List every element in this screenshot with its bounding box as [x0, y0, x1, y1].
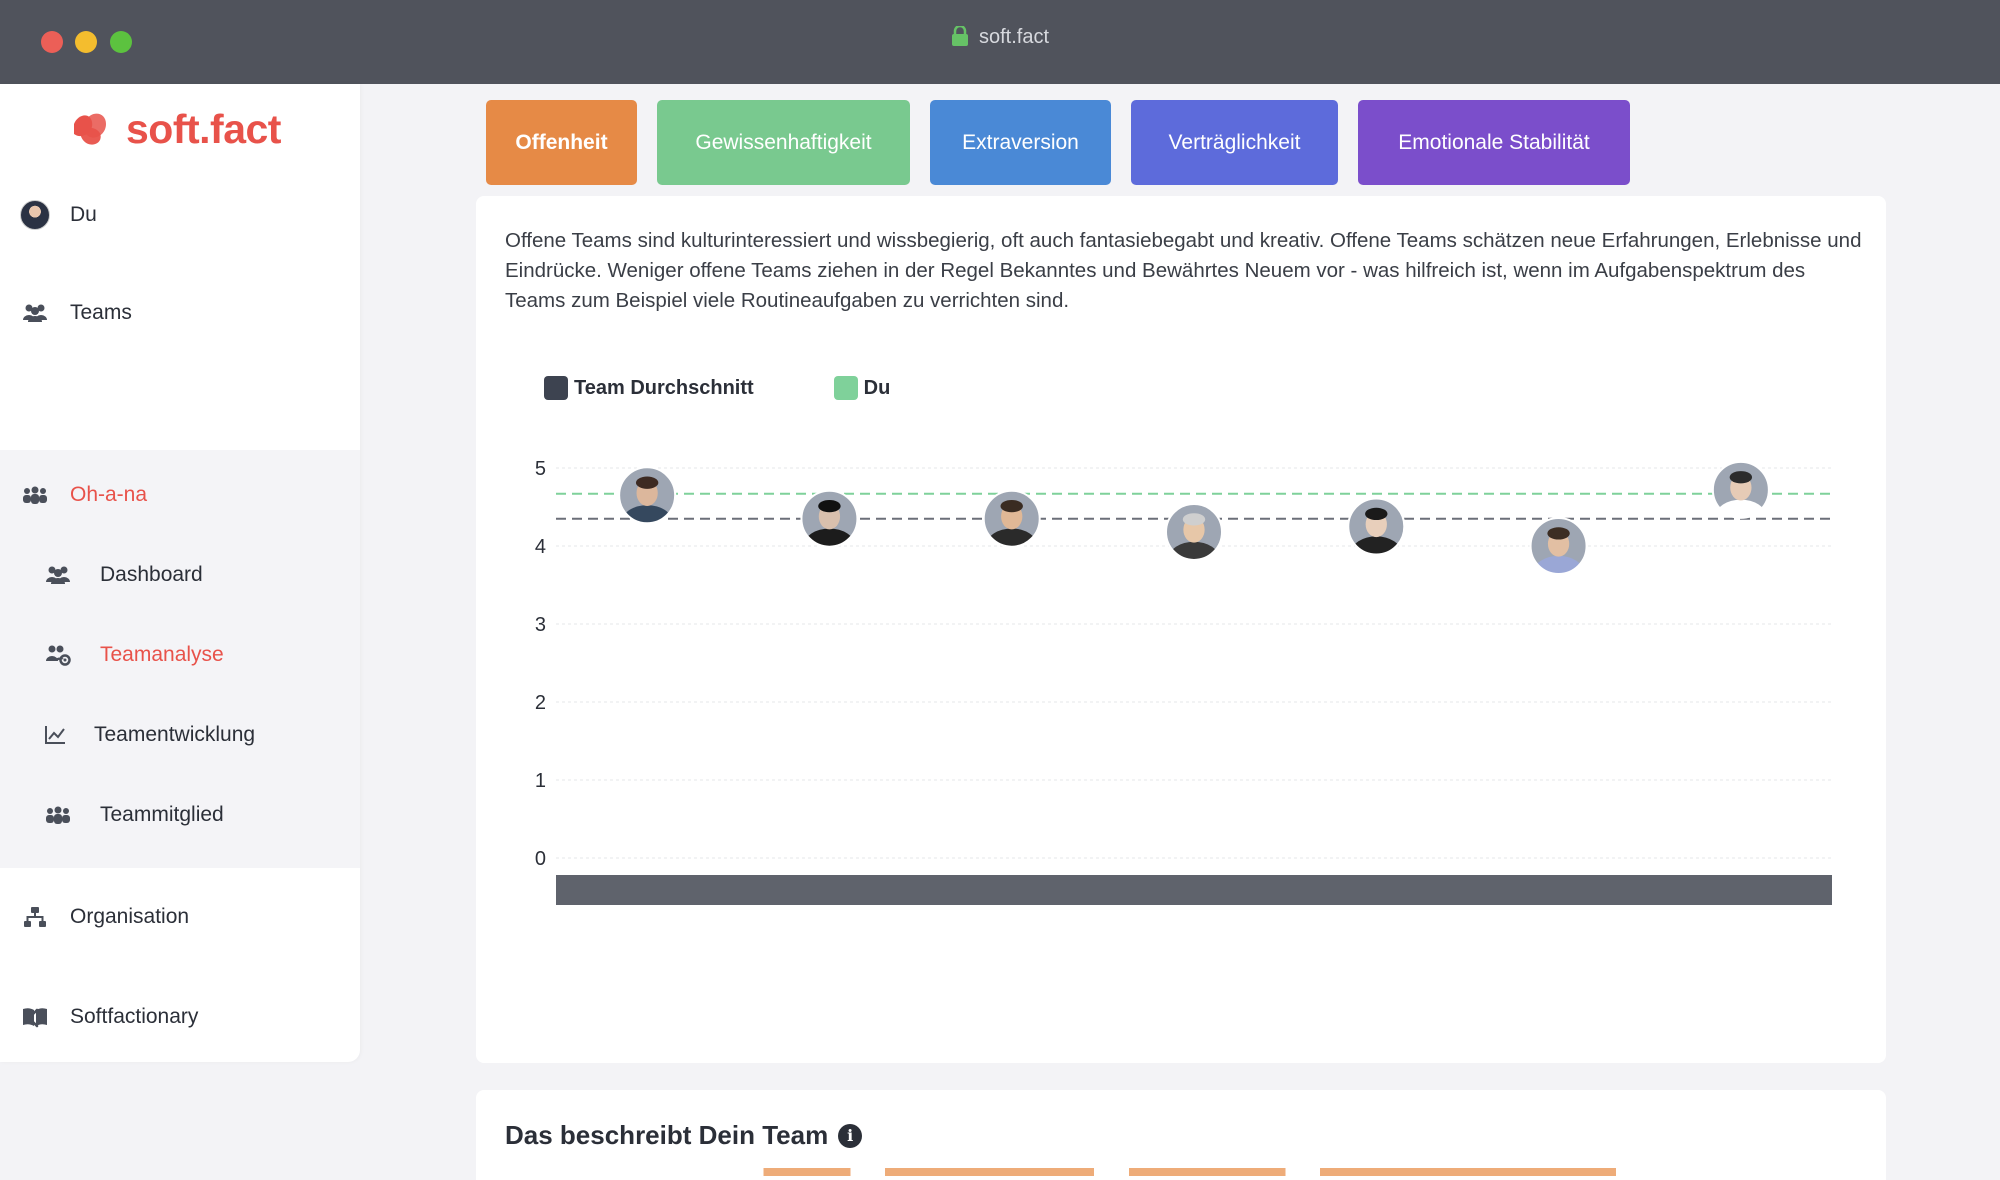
avatar-man-glasses[interactable]: [619, 467, 676, 538]
avatar-man-dark[interactable]: [801, 490, 858, 562]
avatar-man-cap[interactable]: [1166, 503, 1222, 575]
sidebar-item-label: Softfactionary: [70, 1005, 199, 1028]
section-title-text: Das beschreibt Dein Team: [505, 1120, 829, 1150]
sidebar-item-label: Du: [70, 203, 97, 226]
url-bar[interactable]: soft.fact: [0, 26, 2000, 49]
people-group-icon: [43, 803, 73, 827]
avatar-woman-dark-hair[interactable]: [1348, 498, 1405, 570]
sidebar-item-label: Teams: [70, 301, 132, 324]
user-avatar: [20, 200, 50, 230]
tab-gewissenhaftigkeit[interactable]: Gewissenhaftigkeit: [657, 100, 910, 185]
sidebar-item-oh-a-na[interactable]: Oh-a-na: [0, 470, 360, 520]
y-tick-label: 0: [535, 848, 546, 870]
tab-vertraeglichkeit[interactable]: Verträglichkeit: [1131, 100, 1338, 185]
y-tick-label: 4: [535, 536, 546, 558]
url-text: soft.fact: [978, 26, 1050, 48]
avatar-man-light[interactable]: [1530, 518, 1587, 589]
brand-name: soft.fact: [126, 105, 281, 152]
window-titlebar: soft.fact: [0, 0, 2000, 84]
sidebar-item-teamentwicklung[interactable]: Teamentwicklung: [0, 710, 360, 760]
people-group-icon: [20, 483, 50, 507]
users-icon: [43, 563, 73, 587]
x-axis-bar: [556, 875, 1832, 905]
sidebar-item-teams[interactable]: Teams: [0, 288, 360, 338]
lock-icon: [951, 26, 968, 46]
sidebar-item-teamanalyse[interactable]: Teamanalyse: [0, 630, 360, 680]
trait-tabs: Offenheit Gewissenhaftigkeit Extraversio…: [486, 100, 1650, 185]
cut-off-text: [746, 1168, 1616, 1176]
sidebar-item-softfactionary[interactable]: Softfactionary: [0, 992, 360, 1042]
users-cog-icon: [43, 643, 73, 667]
sidebar-item-label: Organisation: [70, 905, 190, 928]
team-description-card: Das beschreibt Dein Team i: [476, 1090, 1886, 1180]
tab-emotionale-stabilitaet[interactable]: Emotionale Stabilität: [1358, 100, 1630, 185]
avatar-man-beard[interactable]: [983, 490, 1040, 562]
tab-extraversion[interactable]: Extraversion: [930, 100, 1111, 185]
brand-logo[interactable]: soft.fact: [70, 102, 281, 156]
line-chart-icon: [40, 723, 70, 747]
trait-card: Offene Teams sind kulturinteressiert und…: [476, 196, 1886, 1063]
sidebar-item-label: Oh-a-na: [70, 483, 148, 506]
sidebar-item-organisation[interactable]: Organisation: [0, 892, 360, 942]
team-submenu: Oh-a-na Dashboard Teamanalyse Teamentwic…: [0, 450, 360, 868]
y-tick-label: 2: [535, 692, 546, 714]
sidebar-item-du[interactable]: Du: [0, 190, 360, 240]
sidebar-item-dashboard[interactable]: Dashboard: [0, 550, 360, 600]
sidebar: soft.fact Du Teams Oh-a-na Dashboard Tea…: [0, 84, 360, 1062]
avatar-woman-sea[interactable]: [1712, 461, 1769, 533]
y-tick-label: 1: [535, 770, 546, 792]
info-icon[interactable]: i: [838, 1123, 863, 1148]
y-tick-label: 3: [535, 614, 546, 636]
sidebar-item-label: Dashboard: [100, 563, 203, 586]
sitemap-icon: [20, 905, 50, 929]
sidebar-item-label: Teamanalyse: [100, 643, 224, 666]
sidebar-item-teammitglied[interactable]: Teammitglied: [0, 790, 360, 840]
softfact-logo-icon: [74, 113, 106, 145]
openness-chart: 0 1 2 3 4 5: [535, 458, 1832, 905]
collapse-sidebar-icon[interactable]: [22, 1006, 46, 1030]
section-title: Das beschreibt Dein Team i: [505, 1120, 863, 1151]
tab-offenheit[interactable]: Offenheit: [486, 100, 637, 185]
users-icon: [20, 301, 50, 325]
sidebar-item-label: Teammitglied: [100, 803, 224, 826]
sidebar-item-label: Teamentwicklung: [94, 723, 256, 746]
y-tick-label: 5: [535, 458, 546, 480]
